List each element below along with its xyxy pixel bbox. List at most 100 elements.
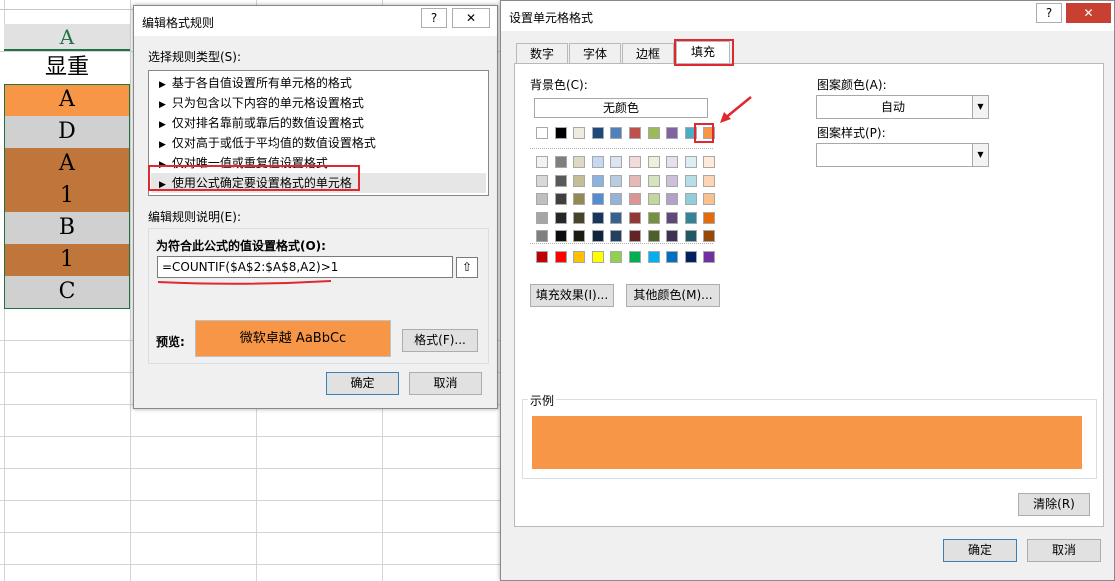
shade-color-swatch[interactable] bbox=[573, 156, 586, 168]
shade-color-swatch[interactable] bbox=[647, 193, 660, 205]
ok-button[interactable]: 确定 bbox=[326, 372, 399, 395]
theme-color-swatch[interactable] bbox=[591, 127, 604, 139]
shade-color-swatch[interactable] bbox=[573, 193, 586, 205]
shade-color-swatch[interactable] bbox=[684, 174, 697, 187]
format-button[interactable]: 格式(F)... bbox=[402, 329, 478, 352]
shade-color-swatch[interactable] bbox=[536, 156, 548, 168]
shade-color-swatch[interactable] bbox=[647, 156, 660, 168]
standard-color-swatch[interactable] bbox=[591, 251, 604, 263]
theme-color-swatch[interactable] bbox=[684, 127, 697, 139]
help-button[interactable]: ? bbox=[421, 8, 447, 28]
shade-color-swatch[interactable] bbox=[591, 193, 604, 205]
cell-a7[interactable]: 1 bbox=[4, 244, 130, 276]
cell-a6[interactable]: B bbox=[4, 212, 130, 244]
rule-type-list[interactable]: ▶ 基于各自值设置所有单元格的格式 ▶ 只为包含以下内容的单元格设置格式 ▶ 仅对排名靠前… bbox=[148, 70, 489, 196]
standard-color-swatch[interactable] bbox=[573, 251, 586, 263]
shade-color-swatch[interactable] bbox=[703, 174, 716, 187]
shade-color-swatch[interactable] bbox=[554, 230, 567, 242]
shade-color-swatch[interactable] bbox=[684, 193, 697, 205]
shade-color-swatch[interactable] bbox=[591, 156, 604, 168]
shade-color-swatch[interactable] bbox=[610, 193, 623, 205]
shade-color-swatch[interactable] bbox=[536, 193, 548, 205]
tab-fill[interactable]: 填充 bbox=[676, 41, 730, 65]
shade-color-swatch[interactable] bbox=[666, 211, 679, 224]
no-color-button[interactable]: 无颜色 bbox=[534, 98, 708, 118]
cell-a5[interactable]: 1 bbox=[4, 180, 130, 212]
rule-type-item[interactable]: ▶ 仅对唯一值或重复值设置格式 bbox=[151, 153, 486, 173]
standard-color-swatch[interactable] bbox=[610, 251, 623, 263]
shade-color-swatch[interactable] bbox=[629, 156, 641, 168]
ok-button[interactable]: 确定 bbox=[943, 539, 1017, 562]
shade-color-swatch[interactable] bbox=[591, 174, 604, 187]
shade-color-swatch[interactable] bbox=[554, 193, 567, 205]
shade-color-swatch[interactable] bbox=[629, 174, 641, 187]
shade-color-swatch[interactable] bbox=[554, 156, 567, 168]
cancel-button[interactable]: 取消 bbox=[409, 372, 482, 395]
shade-color-swatch[interactable] bbox=[629, 230, 641, 242]
theme-color-swatch[interactable] bbox=[703, 127, 716, 139]
more-colors-button[interactable]: 其他颜色(M)... bbox=[626, 284, 720, 307]
standard-color-swatch[interactable] bbox=[684, 251, 697, 263]
shade-color-swatch[interactable] bbox=[610, 230, 623, 242]
formula-input[interactable]: =COUNTIF($A$2:$A$8,A2)>1 bbox=[157, 256, 453, 278]
shade-color-swatch[interactable] bbox=[684, 230, 697, 242]
help-button[interactable]: ? bbox=[1036, 3, 1062, 23]
cancel-button[interactable]: 取消 bbox=[1027, 539, 1101, 562]
shade-color-swatch[interactable] bbox=[666, 193, 679, 205]
standard-color-swatch[interactable] bbox=[536, 251, 548, 263]
shade-color-swatch[interactable] bbox=[666, 174, 679, 187]
tab-number[interactable]: 数字 bbox=[516, 43, 568, 65]
standard-color-swatch[interactable] bbox=[666, 251, 679, 263]
shade-color-swatch[interactable] bbox=[647, 211, 660, 224]
theme-color-swatch[interactable] bbox=[629, 127, 641, 139]
shade-color-swatch[interactable] bbox=[536, 230, 548, 242]
shade-color-swatch[interactable] bbox=[666, 230, 679, 242]
shade-color-swatch[interactable] bbox=[610, 211, 623, 224]
shade-color-swatch[interactable] bbox=[703, 211, 716, 224]
theme-color-swatch[interactable] bbox=[554, 127, 567, 139]
shade-color-swatch[interactable] bbox=[703, 230, 716, 242]
shade-color-swatch[interactable] bbox=[591, 211, 604, 224]
shade-color-swatch[interactable] bbox=[684, 211, 697, 224]
theme-color-swatch[interactable] bbox=[573, 127, 586, 139]
theme-color-swatch[interactable] bbox=[666, 127, 679, 139]
fill-effects-button[interactable]: 填充效果(I)... bbox=[530, 284, 614, 307]
pattern-style-select[interactable]: ▼ bbox=[816, 143, 989, 167]
standard-color-swatch[interactable] bbox=[629, 251, 641, 263]
shade-color-swatch[interactable] bbox=[536, 211, 548, 224]
rule-type-item[interactable]: ▶ 仅对高于或低于平均值的数值设置格式 bbox=[151, 133, 486, 153]
shade-color-swatch[interactable] bbox=[591, 230, 604, 242]
shade-color-swatch[interactable] bbox=[554, 174, 567, 187]
cell-a4[interactable]: A bbox=[4, 148, 130, 180]
shade-color-swatch[interactable] bbox=[573, 174, 586, 187]
standard-color-swatch[interactable] bbox=[554, 251, 567, 263]
theme-color-swatch[interactable] bbox=[647, 127, 660, 139]
close-button[interactable]: ✕ bbox=[1066, 3, 1111, 23]
tab-font[interactable]: 字体 bbox=[569, 43, 621, 65]
rule-type-item[interactable]: ▶ 只为包含以下内容的单元格设置格式 bbox=[151, 93, 486, 113]
shade-color-swatch[interactable] bbox=[610, 156, 623, 168]
shade-color-swatch[interactable] bbox=[703, 193, 716, 205]
tab-border[interactable]: 边框 bbox=[622, 43, 674, 65]
cell-a3[interactable]: D bbox=[4, 116, 130, 148]
cell-a1[interactable]: 显重 bbox=[4, 52, 130, 84]
shade-color-swatch[interactable] bbox=[573, 230, 586, 242]
rule-type-item[interactable]: ▶ 使用公式确定要设置格式的单元格 bbox=[151, 173, 486, 193]
standard-color-swatch[interactable] bbox=[647, 251, 660, 263]
pattern-color-select[interactable]: 自动 ▼ bbox=[816, 95, 989, 119]
shade-color-swatch[interactable] bbox=[629, 211, 641, 224]
clear-button[interactable]: 清除(R) bbox=[1018, 493, 1090, 516]
cell-a8[interactable]: C bbox=[4, 276, 130, 308]
shade-color-swatch[interactable] bbox=[647, 230, 660, 242]
shade-color-swatch[interactable] bbox=[573, 211, 586, 224]
collapse-dialog-button[interactable]: ⇧ bbox=[456, 257, 478, 278]
shade-color-swatch[interactable] bbox=[666, 156, 679, 168]
shade-color-swatch[interactable] bbox=[629, 193, 641, 205]
shade-color-swatch[interactable] bbox=[610, 174, 623, 187]
shade-color-swatch[interactable] bbox=[703, 156, 716, 168]
standard-color-swatch[interactable] bbox=[703, 251, 716, 263]
column-header-a[interactable]: A bbox=[4, 24, 130, 51]
close-button[interactable]: ✕ bbox=[452, 8, 490, 28]
theme-color-swatch[interactable] bbox=[610, 127, 623, 139]
shade-color-swatch[interactable] bbox=[684, 156, 697, 168]
